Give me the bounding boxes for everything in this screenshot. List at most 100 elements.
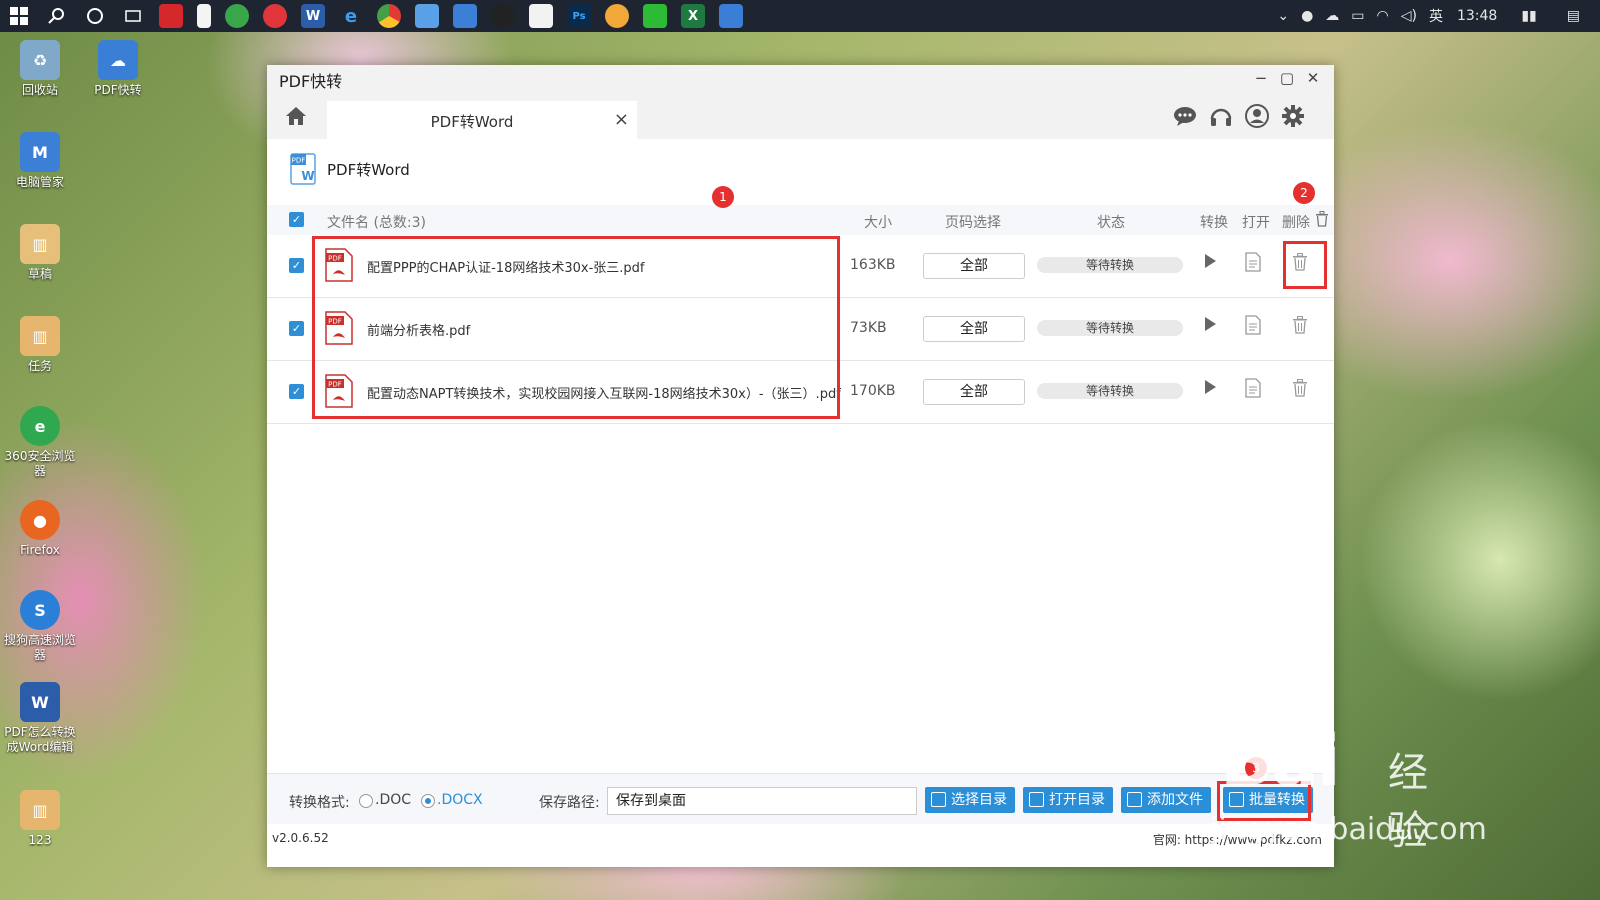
- select-all-checkbox[interactable]: ✓: [289, 212, 304, 227]
- cloud-icon[interactable]: ☁: [1325, 8, 1339, 24]
- maximize-icon[interactable]: ▢: [1274, 69, 1300, 87]
- app-red-icon[interactable]: [159, 4, 183, 28]
- home-icon[interactable]: [283, 103, 309, 129]
- app-files-icon[interactable]: [453, 4, 477, 28]
- desktop-icon-label: 任务: [27, 359, 52, 373]
- desktop-icons: ♻ 回收站 ☁ PDF快转 M 电脑管家 ▥ 草稿 ▥ 任务 e 360安全浏览…: [0, 34, 160, 894]
- excel-icon[interactable]: X: [681, 4, 705, 28]
- page-heading: PDF W PDF转Word: [289, 153, 410, 185]
- page-select-button[interactable]: 全部: [923, 316, 1025, 342]
- app-orange-icon[interactable]: [529, 4, 553, 28]
- photoshop-icon[interactable]: Ps: [567, 4, 591, 28]
- tab-pdf-to-word[interactable]: PDF转Word ×: [327, 101, 637, 139]
- col-delete: 删除: [1282, 215, 1310, 231]
- desktop-icon-firefox[interactable]: ● Firefox: [0, 500, 80, 558]
- pdf-to-word-icon: PDF W: [290, 153, 316, 185]
- wifi-icon[interactable]: ◠: [1377, 8, 1389, 24]
- row-checkbox[interactable]: ✓: [289, 321, 304, 336]
- edge-icon[interactable]: e: [339, 4, 363, 28]
- recycle-bin-icon: ♻: [20, 40, 60, 80]
- chevron-up-icon[interactable]: ⌄: [1277, 8, 1289, 24]
- clock[interactable]: 13:48: [1457, 8, 1497, 24]
- tab-close-icon[interactable]: ×: [614, 109, 629, 130]
- play-icon[interactable]: [1203, 379, 1217, 399]
- app-smile-icon[interactable]: [605, 4, 629, 28]
- page-select-button[interactable]: 全部: [923, 379, 1025, 405]
- status-bar: v2.0.6.52 官网: https://www.pdfkz.com: [267, 825, 1334, 849]
- play-icon[interactable]: [1203, 253, 1217, 273]
- status-badge: 等待转换: [1037, 320, 1183, 336]
- notification-icon[interactable]: ▤: [1567, 8, 1580, 24]
- delete-icon[interactable]: [1292, 316, 1308, 338]
- headset-icon[interactable]: [1208, 103, 1234, 129]
- cortana-icon[interactable]: [83, 4, 107, 28]
- wechat-icon[interactable]: [643, 4, 667, 28]
- svg-text:W: W: [301, 169, 314, 183]
- play-icon[interactable]: [1203, 316, 1217, 336]
- page-select-button[interactable]: 全部: [923, 253, 1025, 279]
- app-window: PDF快转 − ▢ ✕ PDF转Word × PDF W PDF转Word ✓ …: [267, 65, 1334, 867]
- qq-icon[interactable]: [491, 4, 515, 28]
- app-doc-icon[interactable]: [197, 4, 211, 28]
- minimize-icon[interactable]: −: [1248, 69, 1274, 87]
- desktop-icon-pc-manager[interactable]: M 电脑管家: [0, 132, 80, 190]
- app-green-icon[interactable]: [225, 4, 249, 28]
- add-file-button[interactable]: 添加文件: [1121, 787, 1211, 813]
- desktop-icon-draft[interactable]: ▥ 草稿: [0, 224, 80, 282]
- qq-tray-icon[interactable]: ●: [1301, 8, 1313, 24]
- title-bar[interactable]: PDF快转 − ▢ ✕: [267, 65, 1334, 95]
- sogou-browser-icon: S: [20, 590, 60, 630]
- col-convert: 转换: [1200, 215, 1228, 231]
- desktop-icon-360-browser[interactable]: e 360安全浏览器: [0, 406, 80, 479]
- radio-doc[interactable]: [359, 794, 373, 808]
- row-checkbox[interactable]: ✓: [289, 258, 304, 273]
- gear-icon[interactable]: [1280, 103, 1306, 129]
- window-title: PDF快转: [279, 72, 343, 91]
- pdf-cloud-icon[interactable]: [719, 4, 743, 28]
- user-icon[interactable]: [1244, 103, 1270, 129]
- browser-360-icon: e: [20, 406, 60, 446]
- app-blue-icon[interactable]: [415, 4, 439, 28]
- desktop-icon-label: 123: [28, 833, 52, 847]
- tab-label: PDF转Word: [430, 113, 514, 131]
- open-file-icon[interactable]: [1245, 315, 1261, 339]
- desktop-icon-pdfkz[interactable]: ☁ PDF快转: [78, 40, 158, 98]
- volume-icon[interactable]: ◁): [1401, 8, 1417, 24]
- desktop-icon-123[interactable]: ▥ 123: [0, 790, 80, 848]
- chrome-icon[interactable]: [377, 4, 401, 28]
- open-dir-button[interactable]: 打开目录: [1023, 787, 1113, 813]
- task-view-icon[interactable]: [121, 4, 145, 28]
- taskbar: W e Ps X ⌄ ● ☁ ▭ ◠ ◁) 英 13:48 ▮▮ ▤: [0, 0, 1600, 32]
- app-360-icon[interactable]: [263, 4, 287, 28]
- search-icon[interactable]: [45, 4, 69, 28]
- desktop-icon-label: Firefox: [20, 543, 60, 557]
- app-tray-icon[interactable]: ▮▮: [1521, 8, 1536, 24]
- col-size: 大小: [864, 215, 892, 231]
- save-path-label: 保存路径:: [539, 795, 600, 811]
- windows-start-icon[interactable]: [7, 4, 31, 28]
- choose-dir-button[interactable]: 选择目录: [925, 787, 1015, 813]
- row-checkbox[interactable]: ✓: [289, 384, 304, 399]
- save-path-input[interactable]: [607, 787, 917, 815]
- radio-docx-label[interactable]: .DOCX: [437, 792, 483, 808]
- word-icon[interactable]: W: [301, 4, 325, 28]
- step-badge-1: 1: [712, 186, 734, 208]
- close-icon[interactable]: ✕: [1300, 69, 1326, 87]
- desktop-icon-word-doc[interactable]: W PDF怎么转换成Word编辑: [0, 682, 80, 755]
- delete-all-icon[interactable]: [1315, 211, 1329, 231]
- open-file-icon[interactable]: [1245, 378, 1261, 402]
- battery-icon[interactable]: ▭: [1351, 8, 1364, 24]
- ime-indicator[interactable]: 英: [1429, 6, 1443, 26]
- radio-doc-label[interactable]: .DOC: [375, 792, 411, 808]
- desktop-icon-sogou-browser[interactable]: S 搜狗高速浏览器: [0, 590, 80, 663]
- chat-icon[interactable]: [1172, 103, 1198, 129]
- col-pages: 页码选择: [945, 215, 1001, 231]
- col-filename: 文件名 (总数:3): [327, 215, 426, 231]
- desktop-icon-recycle-bin[interactable]: ♻ 回收站: [0, 40, 80, 98]
- radio-docx[interactable]: [421, 794, 435, 808]
- page-title: PDF转Word: [327, 160, 410, 179]
- open-file-icon[interactable]: [1245, 252, 1261, 276]
- delete-icon[interactable]: [1292, 379, 1308, 401]
- desktop-icon-tasks[interactable]: ▥ 任务: [0, 316, 80, 374]
- desktop-icon-label: 搜狗高速浏览器: [3, 633, 76, 662]
